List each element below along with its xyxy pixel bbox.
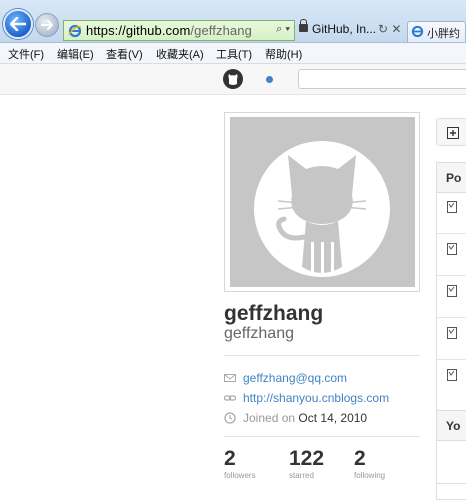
github-header	[0, 64, 466, 95]
stat-starred[interactable]: 122 starred	[289, 447, 324, 480]
address-bar[interactable]: https://github.com/geffzhang ⌕ ▾	[63, 20, 295, 41]
notification-indicator[interactable]	[266, 76, 273, 83]
stat-following[interactable]: 2 following	[354, 447, 385, 480]
repo-icon[interactable]	[447, 327, 457, 339]
link-icon	[224, 395, 236, 401]
add-icon	[447, 127, 459, 139]
stat-followers-label: followers	[224, 471, 256, 480]
tab-ie-logo-icon	[411, 25, 424, 38]
divider	[224, 355, 420, 356]
repo-icon[interactable]	[447, 243, 457, 255]
repo-icon[interactable]	[447, 201, 457, 213]
clock-icon	[224, 412, 236, 424]
stat-followers-value: 2	[224, 447, 236, 470]
stat-starred-value: 122	[289, 447, 325, 470]
forward-arrow-icon	[41, 20, 53, 30]
browser-tab[interactable]: 小胖约	[407, 21, 466, 42]
divider	[224, 436, 420, 437]
menu-favorites[interactable]: 收藏夹(A)	[156, 46, 204, 62]
stat-followers[interactable]: 2 followers	[224, 447, 256, 480]
stat-following-value: 2	[354, 447, 366, 470]
stat-following-label: following	[354, 471, 386, 480]
popular-repos-header: Po	[437, 163, 466, 193]
menu-tools[interactable]: 工具(T)	[216, 46, 252, 62]
right-column: Po Yo	[436, 112, 466, 500]
profile-website-link[interactable]: http://shanyou.cnblogs.com	[243, 391, 389, 405]
avatar-frame	[224, 112, 420, 292]
github-octocat-icon[interactable]	[223, 69, 243, 89]
forward-button[interactable]	[35, 13, 59, 37]
tab-title: 小胖约	[427, 28, 460, 40]
avatar[interactable]	[230, 117, 415, 287]
profile-joined-text: Joined on Oct 14, 2010	[243, 411, 367, 425]
menu-help[interactable]: 帮助(H)	[265, 46, 302, 62]
your-repos-header: Yo	[437, 411, 466, 441]
back-arrow-icon	[10, 17, 26, 31]
ie-logo-icon	[68, 24, 82, 38]
default-octocat-avatar-icon	[254, 141, 390, 277]
add-button[interactable]	[436, 118, 466, 146]
your-repos-title: Yo	[446, 419, 461, 433]
joined-prefix: Joined on	[243, 411, 296, 425]
your-repos-box: Yo	[436, 410, 466, 500]
address-host: https://github.com	[86, 23, 191, 38]
repo-icon[interactable]	[447, 285, 457, 297]
security-report-label[interactable]: GitHub, In...	[312, 22, 376, 36]
divider	[437, 275, 466, 276]
browser-chrome: https://github.com/geffzhang ⌕ ▾ GitHub,…	[0, 0, 466, 43]
repo-icon[interactable]	[447, 369, 457, 381]
divider	[437, 359, 466, 360]
refresh-stop-buttons[interactable]: ↻ ✕	[378, 22, 401, 36]
profile-username: geffzhang	[224, 325, 294, 342]
stat-starred-label: starred	[289, 471, 314, 480]
github-search-input[interactable]	[298, 69, 466, 89]
address-path: /geffzhang	[190, 23, 252, 38]
menu-file[interactable]: 文件(F)	[8, 46, 44, 62]
divider	[437, 317, 466, 318]
back-button[interactable]	[3, 9, 33, 39]
lock-icon[interactable]	[299, 19, 308, 32]
profile-email-link[interactable]: geffzhang@qq.com	[243, 371, 347, 385]
menu-view[interactable]: 查看(V)	[106, 46, 143, 62]
menu-bar: 文件(F) 编辑(E) 查看(V) 收藏夹(A) 工具(T) 帮助(H)	[0, 43, 466, 64]
address-url: https://github.com/geffzhang	[86, 23, 252, 38]
menu-edit[interactable]: 编辑(E)	[57, 46, 94, 62]
mail-icon	[224, 374, 236, 382]
address-search-dropdown[interactable]: ⌕ ▾	[276, 23, 290, 36]
joined-date: Oct 14, 2010	[298, 411, 368, 425]
popular-repos-title: Po	[446, 171, 462, 185]
profile-fullname: geffzhang	[224, 302, 324, 325]
divider	[437, 233, 466, 234]
